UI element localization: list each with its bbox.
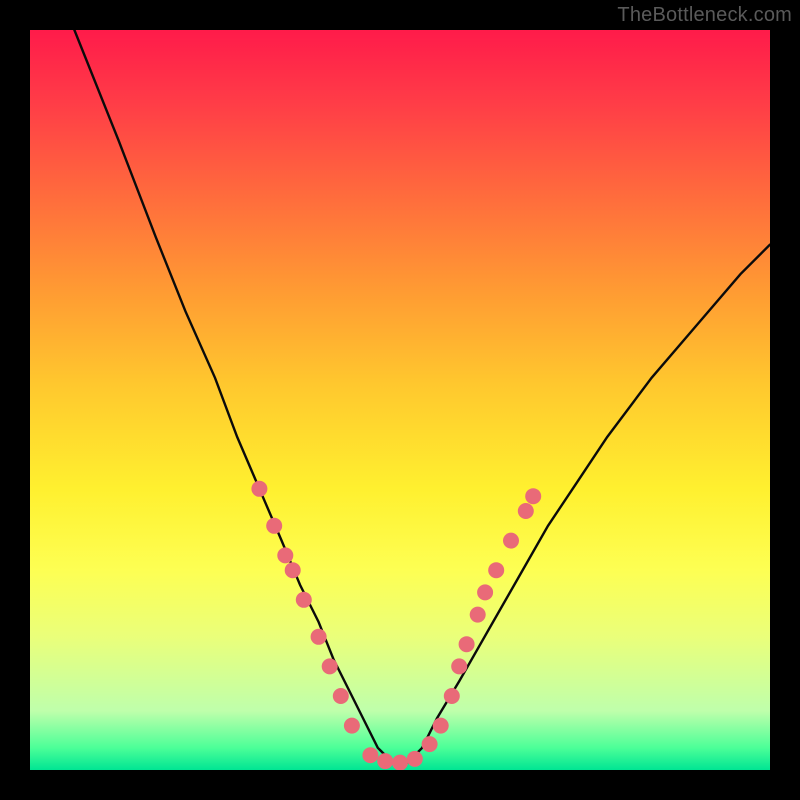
- data-marker: [444, 688, 460, 704]
- data-marker: [266, 518, 282, 534]
- marker-group: [251, 481, 541, 770]
- chart-svg: [30, 30, 770, 770]
- data-marker: [451, 658, 467, 674]
- data-marker: [285, 562, 301, 578]
- data-marker: [503, 533, 519, 549]
- data-marker: [344, 718, 360, 734]
- data-marker: [296, 592, 312, 608]
- data-marker: [518, 503, 534, 519]
- data-marker: [477, 584, 493, 600]
- data-marker: [459, 636, 475, 652]
- data-marker: [277, 547, 293, 563]
- bottleneck-curve: [30, 30, 770, 763]
- data-marker: [433, 718, 449, 734]
- data-marker: [322, 658, 338, 674]
- data-marker: [362, 747, 378, 763]
- data-marker: [392, 755, 408, 770]
- data-marker: [422, 736, 438, 752]
- plot-area: [30, 30, 770, 770]
- data-marker: [251, 481, 267, 497]
- data-marker: [525, 488, 541, 504]
- data-marker: [407, 751, 423, 767]
- data-marker: [333, 688, 349, 704]
- chart-frame: TheBottleneck.com: [0, 0, 800, 800]
- attribution-text: TheBottleneck.com: [617, 4, 792, 27]
- data-marker: [311, 629, 327, 645]
- data-marker: [488, 562, 504, 578]
- data-marker: [377, 753, 393, 769]
- data-marker: [470, 607, 486, 623]
